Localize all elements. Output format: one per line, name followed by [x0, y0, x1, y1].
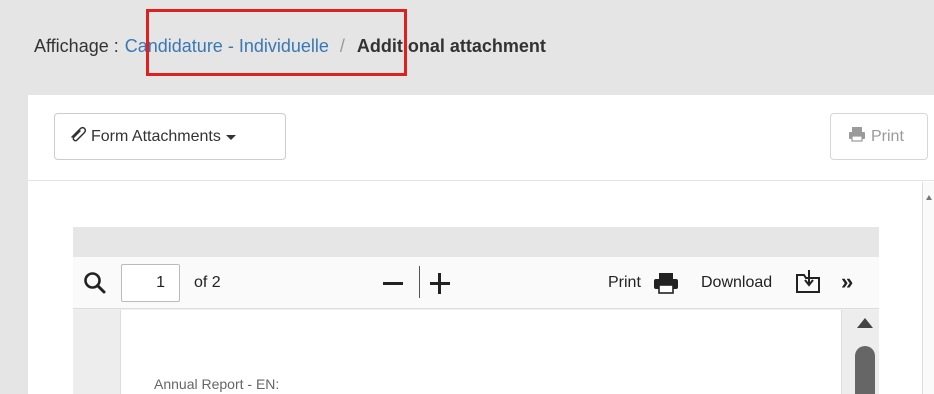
- printer-icon: [848, 126, 866, 147]
- caret-down-icon: [225, 135, 236, 140]
- outer-scrollbar[interactable]: [922, 182, 934, 394]
- pdf-document-area: Annual Report - EN:: [73, 310, 879, 394]
- breadcrumb-current: Additional attachment: [356, 35, 546, 56]
- pdf-page-text: Annual Report - EN:: [154, 376, 280, 392]
- scroll-up-icon[interactable]: [926, 195, 932, 200]
- pdf-print-label[interactable]: Print: [608, 274, 641, 292]
- paperclip-icon: [69, 126, 87, 147]
- form-toolbar: Form Attachments Print: [28, 95, 934, 181]
- search-icon[interactable]: [83, 271, 107, 300]
- breadcrumb: Affichage : Candidature - Individuelle /…: [34, 34, 546, 58]
- breadcrumb-prefix: Affichage :: [34, 35, 119, 56]
- pdf-page: Annual Report - EN:: [120, 310, 842, 394]
- breadcrumb-separator: /: [339, 35, 345, 56]
- print-button[interactable]: Print: [830, 113, 928, 160]
- pdf-toolbar: 1 of 2 Print Download »: [73, 257, 879, 309]
- zoom-out-icon[interactable]: [383, 282, 403, 285]
- pdf-viewer-header: [73, 227, 879, 257]
- more-icon[interactable]: »: [841, 269, 853, 295]
- download-icon[interactable]: [795, 269, 821, 300]
- pdf-viewer: 1 of 2 Print Download » Annual Report - …: [73, 227, 879, 394]
- attachment-viewer-area: 1 of 2 Print Download » Annual Report - …: [28, 182, 934, 394]
- printer-icon[interactable]: [653, 272, 679, 299]
- breadcrumb-link-candidature[interactable]: Candidature - Individuelle: [124, 36, 330, 57]
- form-attachments-button[interactable]: Form Attachments: [54, 113, 286, 160]
- content-panel: Form Attachments Print 1 of 2 Print Down…: [28, 95, 934, 394]
- page-number-input[interactable]: 1: [121, 264, 180, 302]
- pdf-scroll-up-icon[interactable]: [857, 318, 873, 328]
- form-attachments-label: Form Attachments: [91, 127, 221, 145]
- pdf-download-label[interactable]: Download: [701, 274, 772, 292]
- pdf-scrollbar-thumb[interactable]: [855, 346, 875, 394]
- zoom-divider: [419, 266, 420, 298]
- page-count: of 2: [194, 274, 221, 291]
- print-label: Print: [871, 127, 904, 145]
